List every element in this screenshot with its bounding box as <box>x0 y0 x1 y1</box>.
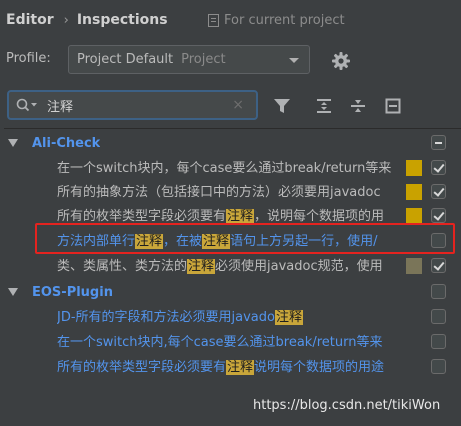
match-highlight: 注释 <box>274 310 303 325</box>
severity-icon <box>406 258 422 274</box>
tree-group-ali-check[interactable]: Ali-Check <box>4 131 461 155</box>
group-label: Ali-Check <box>32 136 101 151</box>
severity-icon <box>406 160 422 176</box>
breadcrumb-inspections: Inspections <box>76 12 168 28</box>
item-checkbox[interactable] <box>431 184 446 199</box>
scope-label: For current project <box>224 12 345 28</box>
profile-dropdown[interactable]: Project Default Project <box>68 45 310 74</box>
gear-icon[interactable] <box>330 50 352 72</box>
item-checkbox[interactable] <box>431 334 446 349</box>
item-checkbox[interactable] <box>431 258 446 273</box>
chevron-down-icon <box>289 58 299 63</box>
breadcrumb: Editor › Inspections For current project <box>6 10 461 30</box>
profile-kind: Project <box>181 52 226 67</box>
inspection-label: JD-所有的字段和方法必须要用javado注释 <box>57 310 303 325</box>
group-checkbox[interactable] <box>431 135 446 150</box>
severity-icon <box>406 184 422 200</box>
tree-group-eos-plugin[interactable]: EOS-Plugin <box>4 280 461 304</box>
scope-indicator: For current project <box>208 13 345 28</box>
collapse-all-icon[interactable] <box>348 96 368 116</box>
inspections-tree: Ali-Check 在一个switch块内，每个case要么通过break/re… <box>4 128 461 426</box>
item-checkbox[interactable] <box>431 309 446 324</box>
selection-outline <box>35 223 455 254</box>
expand-arrow-icon[interactable] <box>8 288 18 296</box>
tree-item[interactable]: 所有的抽象方法（包括接口中的方法）必须要用javadoc <box>4 180 461 204</box>
filter-icon[interactable] <box>272 96 292 116</box>
search-box[interactable]: × <box>7 90 258 120</box>
severity-icon <box>406 208 422 224</box>
project-scope-icon <box>208 13 219 27</box>
item-checkbox[interactable] <box>431 208 446 223</box>
inspection-label: 在一个switch块内,每个case要么通过break/return等来 <box>57 335 383 350</box>
search-icon[interactable] <box>15 97 39 113</box>
watermark: https://blog.csdn.net/tikiWon <box>253 398 441 413</box>
group-checkbox[interactable] <box>431 284 446 299</box>
inspection-label: 类、类属性、类方法的注释必须使用javadoc规范，使用 <box>57 259 383 274</box>
item-checkbox[interactable] <box>431 160 446 175</box>
reset-icon[interactable] <box>383 96 403 116</box>
expand-all-icon[interactable] <box>314 96 334 116</box>
search-input[interactable] <box>39 97 217 113</box>
item-checkbox[interactable] <box>431 359 446 374</box>
group-label: EOS-Plugin <box>32 285 113 300</box>
tree-item[interactable]: 类、类属性、类方法的注释必须使用javadoc规范，使用 <box>4 254 461 278</box>
tree-item[interactable]: JD-所有的字段和方法必须要用javado注释 <box>4 305 461 329</box>
expand-arrow-icon[interactable] <box>8 139 18 147</box>
inspection-label: 所有的抽象方法（包括接口中的方法）必须要用javadoc <box>57 185 381 200</box>
inspection-label: 在一个switch块内，每个case要么通过break/return等来 <box>57 161 392 176</box>
tree-item[interactable]: 在一个switch块内，每个case要么通过break/return等来 <box>4 156 461 180</box>
match-highlight: 注释 <box>187 259 216 274</box>
breadcrumb-editor[interactable]: Editor <box>6 12 54 28</box>
tree-item[interactable]: 所有的枚举类型字段必须要有注释说明每个数据项的用途 <box>4 355 461 379</box>
profile-name: Project Default <box>77 52 174 67</box>
match-highlight: 注释 <box>226 209 255 224</box>
clear-search-icon[interactable]: × <box>232 97 244 113</box>
profile-label: Profile: <box>6 51 51 66</box>
inspection-label: 所有的枚举类型字段必须要有注释说明每个数据项的用途 <box>57 360 385 375</box>
breadcrumb-separator: › <box>63 12 69 28</box>
tree-item[interactable]: 在一个switch块内,每个case要么通过break/return等来 <box>4 330 461 354</box>
match-highlight: 注释 <box>226 360 255 375</box>
